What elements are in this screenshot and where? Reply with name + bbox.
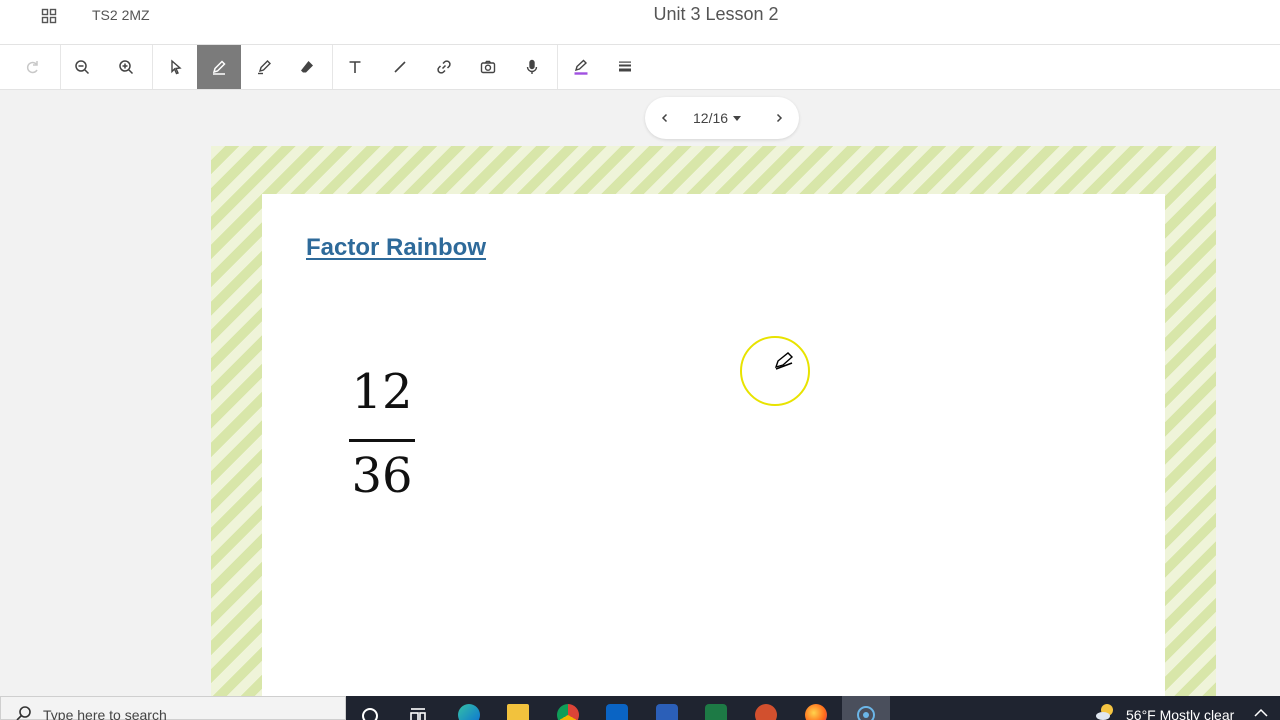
search-icon bbox=[16, 706, 31, 720]
redo-icon[interactable] bbox=[11, 45, 55, 89]
weather-moon-cloud-icon bbox=[1096, 704, 1113, 720]
toolbar-divider bbox=[557, 45, 558, 89]
chrome-icon[interactable] bbox=[555, 698, 581, 720]
weather-widget[interactable]: 56°F Mostly clear bbox=[1094, 701, 1234, 720]
taskbar-search-box[interactable]: Type here to search bbox=[0, 696, 346, 720]
windows-taskbar: Type here to search 56°F Mostly clear bbox=[0, 696, 1280, 720]
word-icon[interactable] bbox=[654, 698, 680, 720]
line-icon[interactable] bbox=[378, 45, 422, 89]
annotation-toolbar bbox=[0, 44, 1280, 90]
taskbar-search-placeholder: Type here to search bbox=[43, 707, 167, 720]
page-indicator: 12/16 bbox=[693, 110, 729, 126]
previous-page-button[interactable] bbox=[655, 108, 675, 128]
page-select-dropdown[interactable]: 12/16 bbox=[693, 110, 742, 126]
app-header: TS2 2MZ Unit 3 Lesson 2 bbox=[0, 0, 1280, 44]
page-navigator: 12/16 bbox=[645, 97, 799, 139]
firefox-icon[interactable] bbox=[803, 698, 829, 720]
weather-text: 56°F Mostly clear bbox=[1126, 707, 1235, 720]
document-title-wrap: Unit 3 Lesson 2 bbox=[0, 4, 1280, 25]
eraser-icon[interactable] bbox=[285, 45, 329, 89]
link-icon[interactable] bbox=[422, 45, 466, 89]
cortana-icon[interactable] bbox=[357, 698, 383, 720]
pen-cursor-icon bbox=[774, 352, 794, 370]
screen-recorder-icon[interactable] bbox=[842, 696, 890, 720]
zoom-out-icon[interactable] bbox=[60, 45, 104, 89]
slide-title: Factor Rainbow bbox=[306, 234, 487, 261]
powerpoint-icon[interactable] bbox=[753, 698, 779, 720]
next-page-button[interactable] bbox=[769, 108, 789, 128]
chevron-right-icon bbox=[776, 113, 783, 123]
document-title: Unit 3 Lesson 2 bbox=[653, 4, 779, 24]
caret-down-icon bbox=[733, 115, 742, 121]
highlighter-icon[interactable] bbox=[242, 45, 286, 89]
camera-icon[interactable] bbox=[466, 45, 510, 89]
line-weight-icon[interactable] bbox=[603, 45, 647, 89]
fraction-bar bbox=[349, 439, 415, 442]
excel-icon[interactable] bbox=[703, 698, 729, 720]
chevron-up-icon[interactable] bbox=[1252, 706, 1270, 720]
fraction-denominator: 36 bbox=[351, 448, 413, 504]
slide-canvas[interactable]: Factor Rainbow 12 36 bbox=[211, 146, 1216, 696]
task-view-icon[interactable] bbox=[405, 698, 431, 720]
fraction-numerator: 12 bbox=[351, 364, 413, 420]
pen-color-icon[interactable] bbox=[559, 45, 603, 89]
chevron-left-icon bbox=[661, 113, 668, 123]
select-icon[interactable] bbox=[153, 45, 197, 89]
microphone-icon[interactable] bbox=[510, 45, 554, 89]
text-icon[interactable] bbox=[333, 45, 377, 89]
file-explorer-icon[interactable] bbox=[505, 698, 531, 720]
pen-icon[interactable] bbox=[197, 45, 241, 89]
edge-icon[interactable] bbox=[456, 698, 482, 720]
slide-content-area[interactable]: Factor Rainbow 12 36 bbox=[262, 194, 1165, 696]
zoom-in-icon[interactable] bbox=[104, 45, 148, 89]
outlook-icon[interactable] bbox=[604, 698, 630, 720]
